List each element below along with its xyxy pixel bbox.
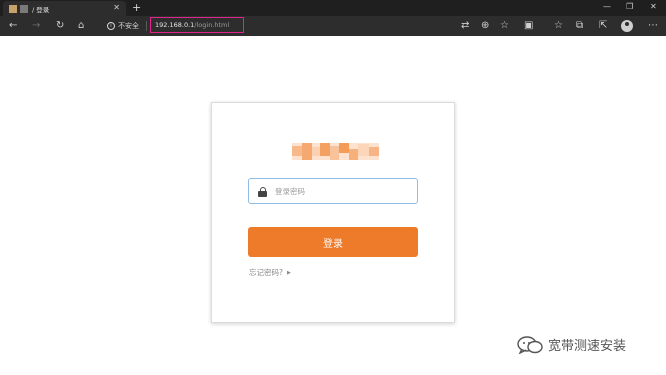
security-label: 不安全 — [118, 22, 139, 30]
refresh-icon[interactable]: ↻ — [56, 20, 64, 32]
tab-title: / 登录 — [32, 5, 50, 14]
zoom-icon[interactable]: ⊕ — [481, 20, 489, 32]
new-tab-button[interactable]: + — [132, 2, 141, 13]
browser-tab[interactable]: / 登录 ✕ — [3, 1, 126, 16]
back-icon[interactable]: ← — [9, 20, 17, 32]
favorites-list-icon[interactable]: ☆ — [554, 20, 563, 32]
profile-avatar[interactable] — [621, 20, 633, 32]
brand-logo — [292, 143, 379, 160]
browser-toolbar: ← → ↻ ⌂ i 不安全 ⇄ ⊕ ☆ ▣ ☆ ⧉ ⇱ ⋯ — [0, 16, 666, 36]
watermark-text: 宽带测速安装 — [548, 339, 627, 354]
address-bar[interactable]: 192.168.0.1/login.html — [150, 17, 244, 33]
login-button[interactable]: 登录 — [248, 227, 418, 257]
favorite-star-icon[interactable]: ☆ — [500, 20, 509, 32]
browser-tab-strip: / 登录 ✕ + — ❐ ✕ — [0, 0, 666, 16]
wechat-icon — [517, 335, 543, 354]
blurred-logo-icon — [292, 143, 379, 160]
password-field[interactable] — [248, 178, 418, 204]
security-indicator[interactable]: i 不安全 — [107, 21, 139, 31]
url-path: /login.html — [194, 21, 230, 29]
close-tab-icon[interactable]: ✕ — [113, 4, 120, 12]
collections-icon[interactable]: ▣ — [524, 20, 533, 32]
info-icon: i — [107, 22, 115, 30]
login-card: 登录 忘记密码? ▶ — [211, 102, 455, 323]
url-text: 192.168.0.1/login.html — [155, 21, 229, 29]
forward-icon[interactable]: → — [32, 20, 40, 32]
favicon-icon — [9, 4, 17, 13]
minimize-icon[interactable]: — — [603, 2, 611, 12]
translate-icon[interactable]: ⇄ — [461, 20, 469, 32]
watermark: 宽带测速安装 — [517, 335, 626, 354]
caret-right-icon: ▶ — [286, 269, 291, 276]
close-window-icon[interactable]: ✕ — [650, 2, 657, 12]
url-host: 192.168.0.1 — [155, 21, 195, 29]
divider — [146, 21, 147, 31]
forgot-password-link[interactable]: 忘记密码? ▶ — [249, 267, 291, 278]
extensions-icon[interactable]: ⧉ — [576, 20, 583, 32]
maximize-icon[interactable]: ❐ — [626, 2, 633, 12]
lock-icon — [258, 186, 267, 197]
forgot-password-label: 忘记密码? — [249, 268, 283, 277]
home-icon[interactable]: ⌂ — [78, 20, 84, 32]
share-icon[interactable]: ⇱ — [599, 20, 607, 32]
password-input[interactable] — [275, 186, 415, 196]
favicon-icon — [20, 4, 28, 13]
menu-dots-icon[interactable]: ⋯ — [648, 20, 658, 32]
